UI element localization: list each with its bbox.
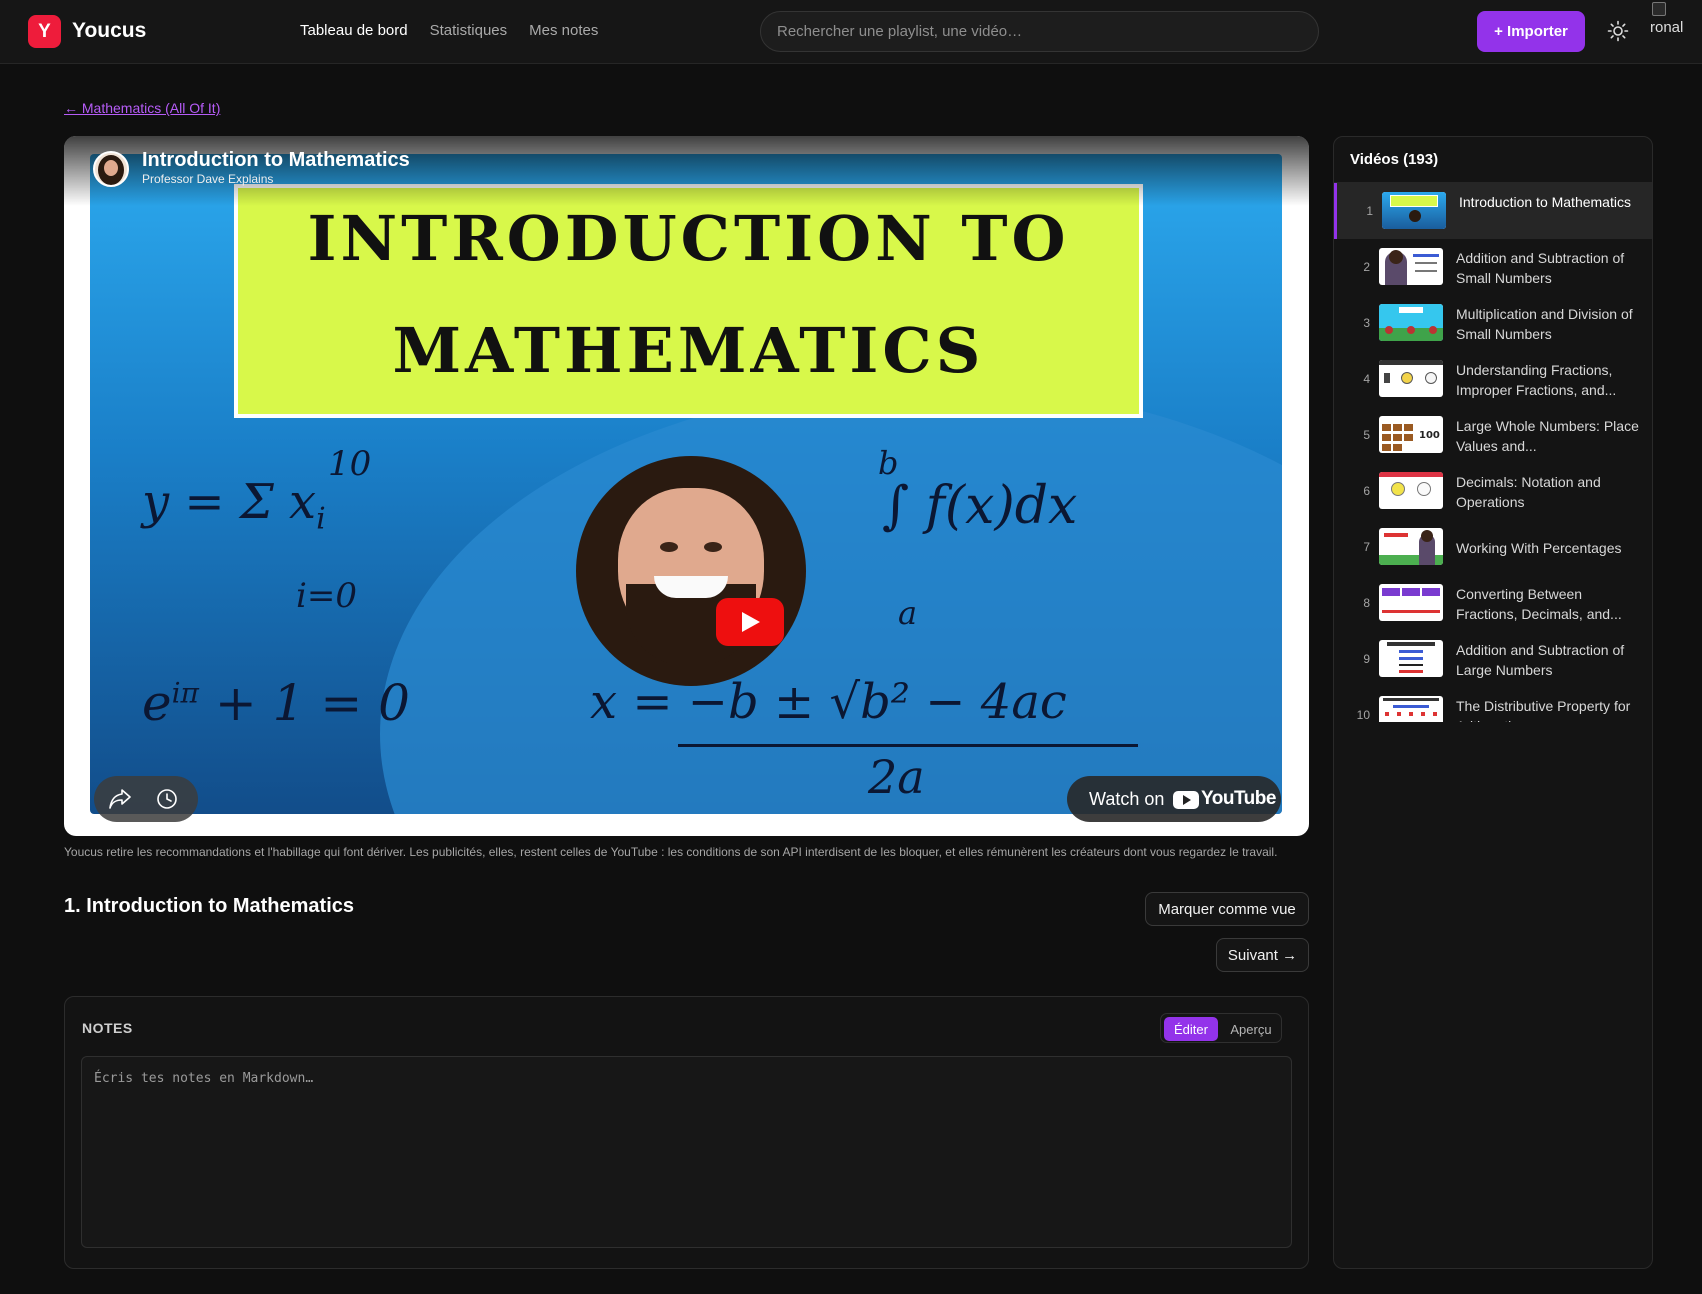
notes-panel: NOTES Éditer Aperçu <box>64 996 1309 1269</box>
avatar[interactable]: ronal <box>1648 0 1702 50</box>
video-number: 2 <box>1363 260 1370 274</box>
mark-as-seen-button[interactable]: Marquer comme vue <box>1145 892 1309 926</box>
video-title: Understanding Fractions, Improper Fracti… <box>1456 362 1617 398</box>
list-item[interactable]: 8 Converting Between Fractions, Decimals… <box>1334 575 1652 631</box>
video-number: 5 <box>1363 428 1370 442</box>
youtube-word: YouTube <box>1201 788 1276 809</box>
integral-upper-bound: b <box>878 444 899 482</box>
sum-formula: y = Σ xi <box>142 474 326 537</box>
thumbnail-wave <box>380 384 1282 814</box>
video-number: 7 <box>1363 540 1370 554</box>
video-title: Large Whole Numbers: Place Values and... <box>1456 418 1639 454</box>
broken-image-icon <box>1652 2 1666 16</box>
import-button[interactable]: + Importer <box>1477 11 1585 52</box>
video-number: 4 <box>1363 372 1370 386</box>
video-thumbnail-image <box>1379 584 1443 621</box>
integral-formula: ∫ f(x)dx <box>882 476 1078 536</box>
video-thumbnail-image <box>1379 640 1443 677</box>
quadratic-denominator: 2a <box>868 750 925 804</box>
video-thumbnail-image: 100 <box>1379 416 1443 453</box>
video-title: Decimals: Notation and Operations <box>1456 474 1601 510</box>
ads-disclaimer: Youcus retire les recommandations et l'h… <box>64 845 1278 859</box>
video-thumbnail: INTRODUCTION TO MATHEMATICS y = Σ xi 10 … <box>90 154 1282 814</box>
video-title: Multiplication and Division of Small Num… <box>1456 306 1633 342</box>
video-number: 1 <box>1366 204 1373 218</box>
logo-icon[interactable]: Y <box>28 15 61 48</box>
main-nav: Tableau de bord Statistiques Mes notes <box>300 22 598 39</box>
play-icon[interactable] <box>716 598 784 646</box>
video-title: Addition and Subtraction of Small Number… <box>1456 250 1625 286</box>
video-number: 10 <box>1356 708 1370 722</box>
thumbnail-title-line-1: INTRODUCTION TO <box>307 202 1070 275</box>
sum-upper-bound: 10 <box>328 444 372 484</box>
video-number: 3 <box>1363 316 1370 330</box>
player-controls <box>94 776 198 822</box>
list-item[interactable]: 6 Decimals: Notation and Operations <box>1334 463 1652 519</box>
list-item[interactable]: 4 Understanding Fractions, Improper Frac… <box>1334 351 1652 407</box>
watch-on-youtube-button[interactable]: Watch on YouTube <box>1067 776 1281 822</box>
avatar-alt-text: ronal <box>1650 19 1684 36</box>
youtube-logo-icon <box>1173 791 1199 809</box>
video-thumbnail-image <box>1379 360 1443 397</box>
notes-textarea[interactable] <box>81 1056 1292 1248</box>
video-title: The Distributive Property for Arithmetic <box>1456 698 1631 722</box>
nav-statistics[interactable]: Statistiques <box>430 22 508 39</box>
video-title: Converting Between Fractions, Decimals, … <box>1456 586 1622 622</box>
channel-avatar[interactable] <box>93 151 129 187</box>
list-item[interactable]: 2 Addition and Subtraction of Small Numb… <box>1334 239 1652 295</box>
search-input[interactable] <box>760 11 1319 52</box>
share-icon[interactable] <box>108 788 132 810</box>
tab-preview[interactable]: Aperçu <box>1223 1017 1279 1041</box>
presenter-face <box>576 456 806 686</box>
video-player[interactable]: INTRODUCTION TO MATHEMATICS y = Σ xi 10 … <box>64 136 1309 836</box>
video-thumbnail-image <box>1379 472 1443 509</box>
player-channel-name[interactable]: Professor Dave Explains <box>142 172 273 186</box>
euler-formula: eiπ + 1 = 0 <box>142 674 410 732</box>
thumbnail-title-line-2: MATHEMATICS <box>392 314 985 387</box>
top-bar: Y Youcus Tableau de bord Statistiques Me… <box>0 0 1702 64</box>
video-number: 9 <box>1363 652 1370 666</box>
notes-heading: NOTES <box>82 1020 133 1036</box>
sum-lower-bound: i=0 <box>296 576 357 616</box>
video-thumbnail-image <box>1379 248 1443 285</box>
nav-dashboard[interactable]: Tableau de bord <box>300 22 408 39</box>
thumbnail-title-panel: INTRODUCTION TO MATHEMATICS <box>234 184 1143 418</box>
notes-mode-tabs: Éditer Aperçu <box>1160 1013 1282 1043</box>
back-to-playlist-link[interactable]: ← Mathematics (All Of It) <box>64 100 220 116</box>
player-video-title[interactable]: Introduction to Mathematics <box>142 149 410 172</box>
list-item[interactable]: 3 Multiplication and Division of Small N… <box>1334 295 1652 351</box>
list-item[interactable]: 5 100 Large Whole Numbers: Place Values … <box>1334 407 1652 463</box>
video-list-sidebar: Vidéos (193) 1 Introduction to Mathemati… <box>1333 136 1653 1269</box>
nav-my-notes[interactable]: Mes notes <box>529 22 598 39</box>
video-thumbnail-image <box>1379 528 1443 565</box>
lesson-title: 1. Introduction to Mathematics <box>64 895 355 917</box>
list-item[interactable]: 10 The Distributive Property for Arithme… <box>1334 687 1652 722</box>
sun-icon[interactable] <box>1607 20 1629 42</box>
watch-on-label: Watch on <box>1089 789 1165 809</box>
list-item[interactable]: 9 Addition and Subtraction of Large Numb… <box>1334 631 1652 687</box>
video-number: 8 <box>1363 596 1370 610</box>
video-count-heading: Vidéos (193) <box>1350 151 1439 168</box>
video-number: 6 <box>1363 484 1370 498</box>
list-item[interactable]: 7 Working With Percentages <box>1334 519 1652 575</box>
video-list[interactable]: 1 Introduction to Mathematics 2 Addition… <box>1334 182 1652 722</box>
video-thumbnail-image <box>1382 192 1446 229</box>
next-video-button[interactable]: Suivant → <box>1216 938 1309 972</box>
tab-edit[interactable]: Éditer <box>1164 1017 1218 1041</box>
list-item[interactable]: 1 Introduction to Mathematics <box>1334 183 1652 239</box>
video-thumbnail-image <box>1379 696 1443 722</box>
app-name[interactable]: Youcus <box>72 19 146 43</box>
integral-lower-bound: a <box>898 594 918 632</box>
video-thumbnail-image <box>1379 304 1443 341</box>
fraction-bar <box>678 744 1138 747</box>
video-title: Introduction to Mathematics <box>1459 194 1631 210</box>
video-title: Working With Percentages <box>1456 540 1622 556</box>
clock-icon[interactable] <box>156 788 178 810</box>
video-title: Addition and Subtraction of Large Number… <box>1456 642 1625 678</box>
